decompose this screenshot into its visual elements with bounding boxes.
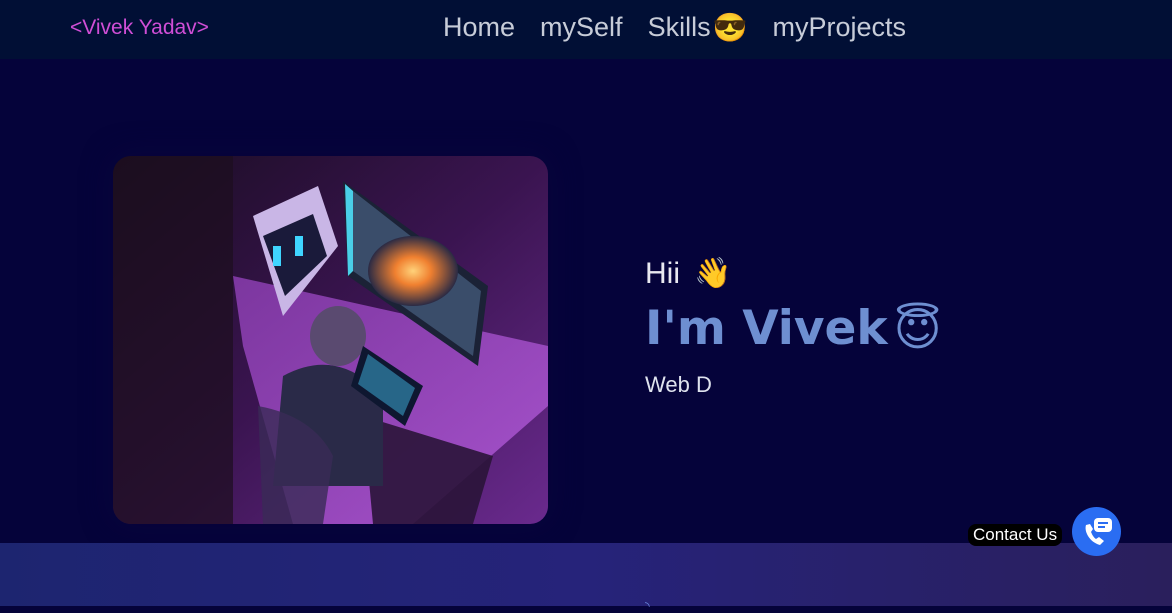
nav-links: Home mySelf Skills 😎 myProjects — [443, 12, 931, 43]
hero-image — [113, 156, 548, 524]
headline-text: I'm Vivek — [645, 301, 888, 356]
contact-us-button[interactable] — [1072, 507, 1121, 556]
contact-us-label[interactable]: Contact Us — [968, 524, 1063, 546]
partial-wave-icon: ◝ — [645, 599, 650, 613]
headline: I'm Vivek 😇 — [645, 301, 942, 356]
nav-link-skills[interactable]: Skills 😎 — [648, 12, 748, 43]
nav-link-myprojects-label: myProjects — [772, 12, 906, 42]
nav-link-myself-label: mySelf — [540, 12, 623, 42]
hero-section: Hii 👋 I'm Vivek 😇 Web D — [0, 59, 1172, 543]
nav-link-myprojects[interactable]: myProjects — [772, 12, 906, 43]
phone-chat-icon — [1085, 517, 1112, 545]
nav-link-home[interactable]: Home — [443, 12, 515, 43]
sunglasses-emoji-icon: 😎 — [712, 11, 748, 43]
role-text: Web D — [645, 372, 712, 397]
next-section-band: ◝ — [0, 543, 1172, 613]
greeting-text: Hii — [645, 256, 680, 290]
nav-link-home-label: Home — [443, 12, 516, 42]
halo-emoji-icon: 😇 — [893, 301, 942, 356]
nav-link-skills-label: Skills — [647, 12, 711, 42]
brand-logo-text[interactable]: <Vivek Yadav> — [70, 16, 209, 40]
nav-link-myself[interactable]: mySelf — [540, 12, 623, 43]
navbar: <Vivek Yadav> Home mySelf Skills 😎 myPro… — [0, 0, 1172, 59]
greeting: Hii 👋 — [645, 256, 731, 291]
waving-hand-emoji-icon: 👋 — [694, 257, 732, 290]
gaming-setup-illustration — [113, 156, 548, 524]
